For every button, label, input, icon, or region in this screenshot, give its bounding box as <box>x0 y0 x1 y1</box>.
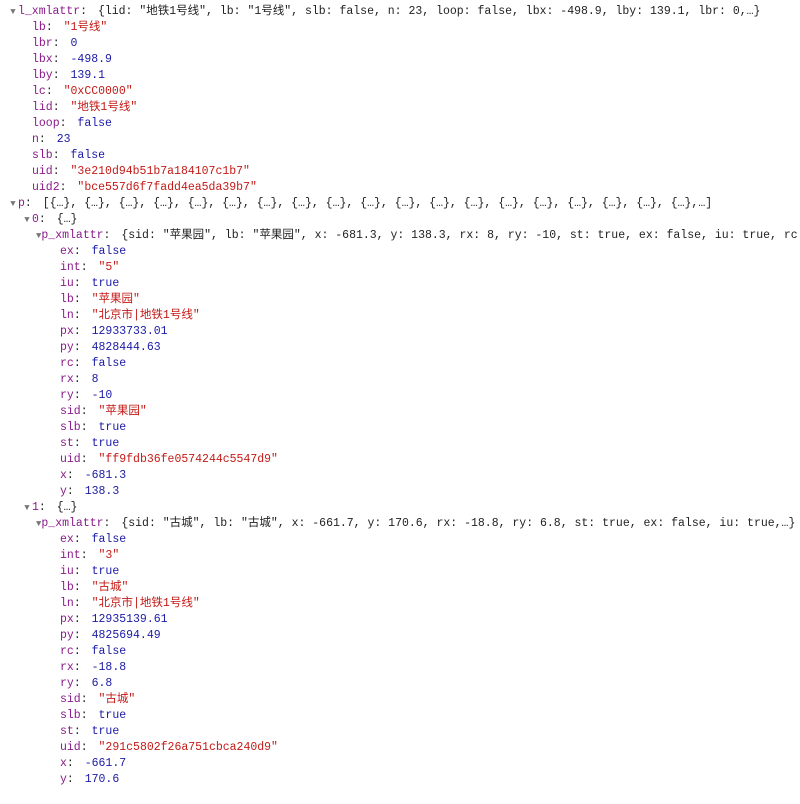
p0-sid: sid: "苹果园" <box>50 404 792 420</box>
l-xmlattr-slb: slb: false <box>22 148 792 164</box>
p-item-1[interactable]: ▼1: {…} <box>22 500 792 516</box>
collapse-icon[interactable]: ▼ <box>22 212 32 228</box>
collapse-icon[interactable]: ▼ <box>8 196 18 212</box>
p0-lb: lb: "苹果园" <box>50 292 792 308</box>
l-xmlattr-lbx: lbx: -498.9 <box>22 52 792 68</box>
l-xmlattr-lc: lc: "0xCC0000" <box>22 84 792 100</box>
p1-lb: lb: "古城" <box>50 580 792 596</box>
p0-ex: ex: false <box>50 244 792 260</box>
p0-y: y: 138.3 <box>50 484 792 500</box>
p0-int: int: "5" <box>50 260 792 276</box>
l-xmlattr-lb: lb: "1号线" <box>22 20 792 36</box>
p1-ln: ln: "北京市|地铁1号线" <box>50 596 792 612</box>
p1-ex: ex: false <box>50 532 792 548</box>
collapse-icon[interactable]: ▼ <box>8 4 18 20</box>
p1-sid: sid: "古城" <box>50 692 792 708</box>
l-xmlattr-header[interactable]: ▼l_xmlattr: {lid: "地铁1号线", lb: "1号线", sl… <box>8 4 792 20</box>
p-xmlattr-header-1[interactable]: ▼p_xmlattr: {sid: "古城", lb: "古城", x: -66… <box>36 516 792 532</box>
p1-slb: slb: true <box>50 708 792 724</box>
p0-st: st: true <box>50 436 792 452</box>
p1-y: y: 170.6 <box>50 772 792 788</box>
l-xmlattr-lbr: lbr: 0 <box>22 36 792 52</box>
p1-x: x: -661.7 <box>50 756 792 772</box>
p1-uid: uid: "291c5802f26a751cbca240d9" <box>50 740 792 756</box>
l-xmlattr-uid2: uid2: "bce557d6f7fadd4ea5da39b7" <box>22 180 792 196</box>
p0-ry: ry: -10 <box>50 388 792 404</box>
p1-py: py: 4825694.49 <box>50 628 792 644</box>
p1-rc: rc: false <box>50 644 792 660</box>
l-xmlattr-loop: loop: false <box>22 116 792 132</box>
p1-st: st: true <box>50 724 792 740</box>
p-xmlattr-header-0[interactable]: ▼p_xmlattr: {sid: "苹果园", lb: "苹果园", x: -… <box>36 228 792 244</box>
p1-iu: iu: true <box>50 564 792 580</box>
l-xmlattr-n: n: 23 <box>22 132 792 148</box>
p1-int: int: "3" <box>50 548 792 564</box>
l-xmlattr-lid: lid: "地铁1号线" <box>22 100 792 116</box>
p0-uid: uid: "ff9fdb36fe0574244c5547d9" <box>50 452 792 468</box>
p1-px: px: 12935139.61 <box>50 612 792 628</box>
p1-rx: rx: -18.8 <box>50 660 792 676</box>
p-header[interactable]: ▼p: [{…}, {…}, {…}, {…}, {…}, {…}, {…}, … <box>8 196 792 212</box>
p0-rx: rx: 8 <box>50 372 792 388</box>
l-xmlattr-uid: uid: "3e210d94b51b7a184107c1b7" <box>22 164 792 180</box>
p0-slb: slb: true <box>50 420 792 436</box>
p0-x: x: -681.3 <box>50 468 792 484</box>
p0-ln: ln: "北京市|地铁1号线" <box>50 308 792 324</box>
p0-px: px: 12933733.01 <box>50 324 792 340</box>
p0-rc: rc: false <box>50 356 792 372</box>
json-tree: ▼l_xmlattr: {lid: "地铁1号线", lb: "1号线", sl… <box>8 4 792 788</box>
collapse-icon[interactable]: ▼ <box>22 500 32 516</box>
l-xmlattr-lby: lby: 139.1 <box>22 68 792 84</box>
p1-ry: ry: 6.8 <box>50 676 792 692</box>
p0-iu: iu: true <box>50 276 792 292</box>
p-item-0[interactable]: ▼0: {…} <box>22 212 792 228</box>
p0-py: py: 4828444.63 <box>50 340 792 356</box>
